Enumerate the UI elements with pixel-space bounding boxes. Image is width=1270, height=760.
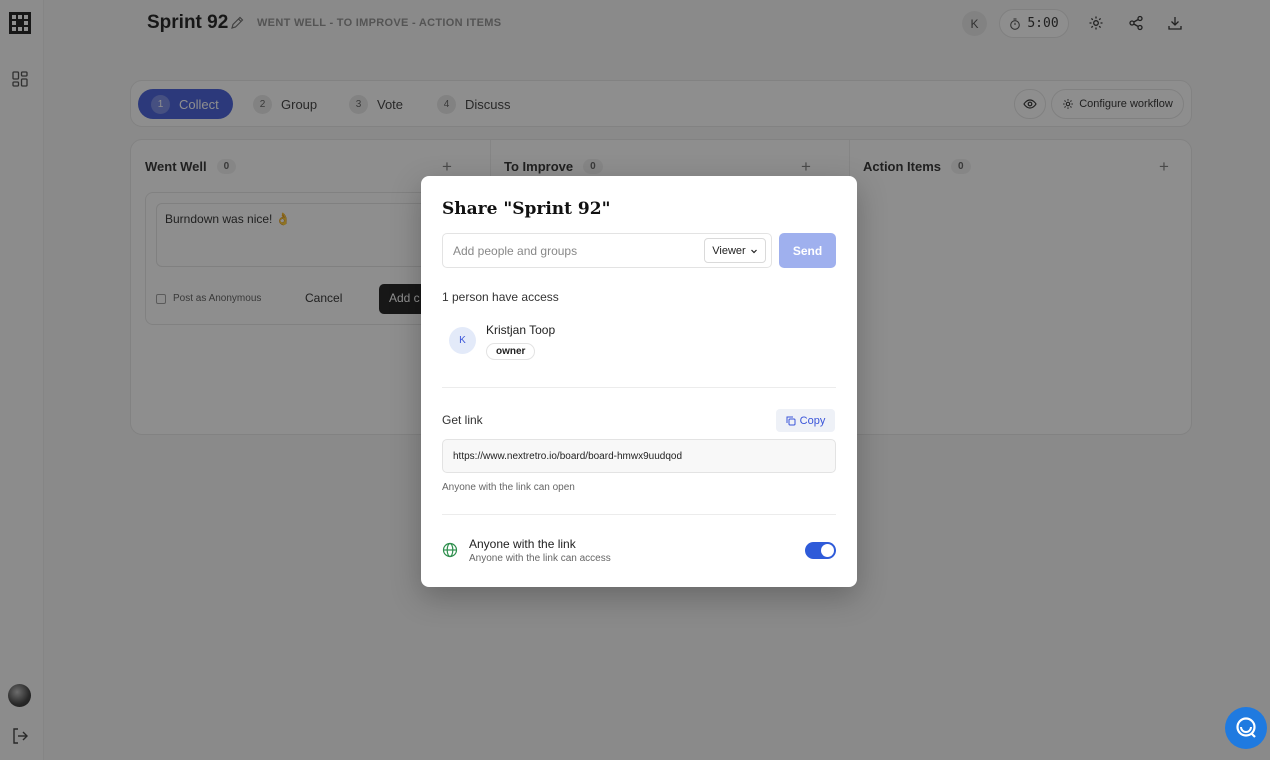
send-button[interactable]: Send — [779, 233, 836, 268]
copy-link-button[interactable]: Copy — [776, 409, 835, 432]
chevron-down-icon — [750, 249, 757, 253]
copy-icon — [786, 416, 796, 425]
dialog-title: Share "Sprint 92" — [442, 199, 611, 219]
role-select[interactable]: Viewer — [704, 238, 766, 263]
toggle-knob — [821, 544, 834, 557]
role-select-value: Viewer — [712, 244, 746, 257]
chat-bubble-icon — [1236, 717, 1256, 738]
role-badge: owner — [486, 343, 536, 360]
link-access-subtitle: Anyone with the link can access — [469, 553, 611, 564]
link-access-toggle[interactable] — [805, 542, 836, 559]
divider — [442, 514, 836, 515]
chat-support-button[interactable] — [1225, 707, 1267, 749]
share-dialog: Share "Sprint 92" Add people and groups … — [421, 176, 857, 587]
link-access-title: Anyone with the link — [469, 537, 576, 551]
access-count: 1 person have access — [442, 290, 559, 304]
user-avatar: K — [449, 327, 476, 354]
get-link-label: Get link — [442, 413, 483, 427]
share-link-field[interactable]: https://www.nextretro.io/board/board-hmw… — [442, 439, 836, 473]
link-hint: Anyone with the link can open — [442, 482, 575, 493]
divider — [442, 387, 836, 388]
globe-icon — [442, 542, 458, 558]
copy-label: Copy — [799, 414, 826, 427]
user-name: Kristjan Toop — [486, 323, 556, 337]
